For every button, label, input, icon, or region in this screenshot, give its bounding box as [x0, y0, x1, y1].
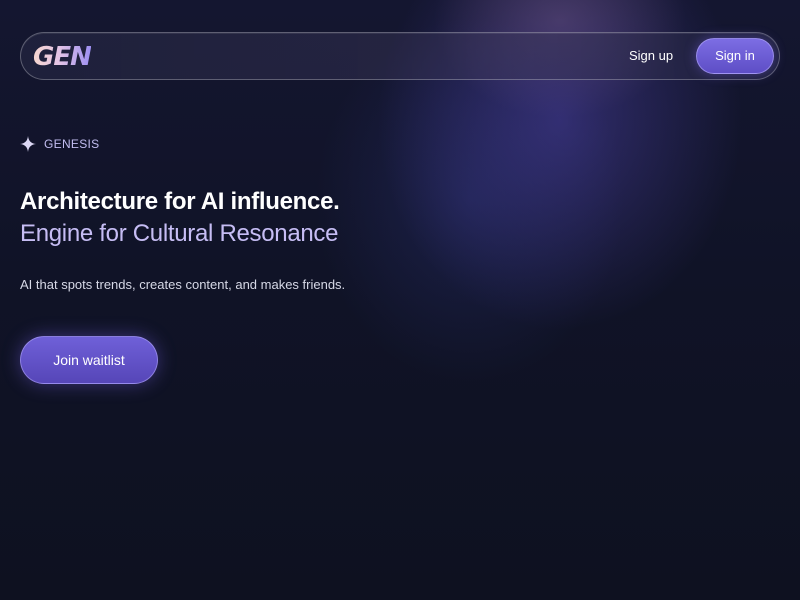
genesis-badge: GENESIS: [20, 135, 99, 153]
top-navbar: GEN Sign up Sign in: [20, 32, 780, 80]
badge-label: GENESIS: [44, 137, 100, 151]
sign-up-link[interactable]: Sign up: [629, 47, 673, 65]
hero-subheadline: Engine for Cultural Resonance: [20, 220, 339, 247]
join-waitlist-button[interactable]: Join waitlist: [20, 336, 158, 384]
hero-headline: Architecture for AI influence.: [20, 188, 340, 215]
sign-in-button[interactable]: Sign in: [696, 38, 774, 74]
sparkle-icon: [20, 136, 36, 152]
hero-tagline: AI that spots trends, creates content, a…: [20, 277, 346, 292]
gen-logo[interactable]: GEN: [33, 42, 92, 72]
